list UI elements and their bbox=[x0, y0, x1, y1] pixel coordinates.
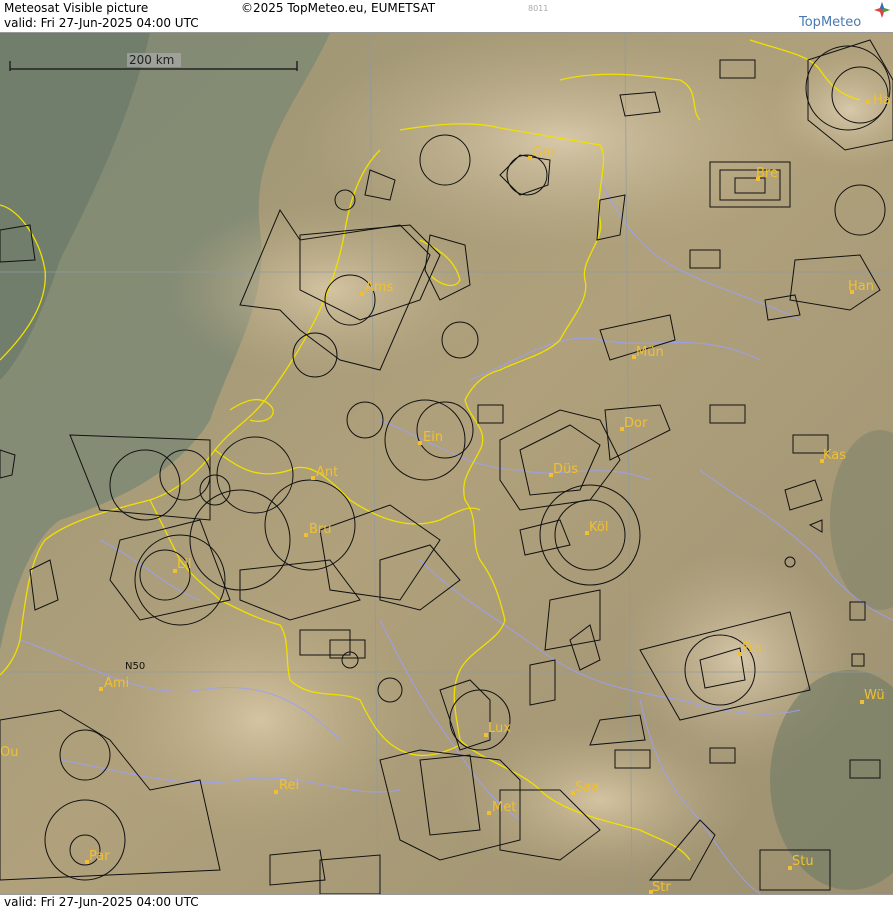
topmeteo-logo-text[interactable]: TopMeteo bbox=[799, 15, 861, 30]
city-label: Gro bbox=[532, 145, 555, 160]
city-label: Ein bbox=[423, 430, 443, 445]
city-label: Düs bbox=[553, 462, 578, 477]
city-label: Par bbox=[89, 849, 110, 864]
city-label: Ha bbox=[873, 93, 891, 108]
city-label: Ant bbox=[316, 465, 338, 480]
city-label: Rei bbox=[279, 778, 299, 793]
city-label: Bru bbox=[309, 522, 332, 537]
footer-bar: valid: Fri 27-Jun-2025 04:00 UTC bbox=[0, 894, 893, 910]
city-label: Str bbox=[652, 880, 671, 894]
scale-label: 200 km bbox=[129, 53, 174, 67]
city-label: Ams bbox=[365, 280, 394, 295]
product-title: Meteosat Visible picture bbox=[4, 1, 149, 15]
city-label: Saa bbox=[575, 780, 599, 795]
city-label: Stu bbox=[792, 854, 814, 869]
city-label: Köl bbox=[589, 520, 608, 535]
city-label: Kas bbox=[823, 448, 846, 463]
valid-time-bottom: valid: Fri 27-Jun-2025 04:00 UTC bbox=[4, 895, 199, 909]
map-canvas: 200 km N50 Ha Gro Bre Han Ams Mün Dor Ei… bbox=[0, 33, 893, 894]
city-label: Mün bbox=[636, 345, 664, 360]
city-label: Wü bbox=[864, 688, 885, 703]
city-label: Bre bbox=[756, 166, 778, 181]
image-code: 8011 bbox=[528, 4, 549, 13]
city-label: Ami bbox=[104, 676, 129, 691]
copyright-text: ©2025 TopMeteo.eu, EUMETSAT bbox=[241, 1, 436, 15]
city-label: Dor bbox=[624, 416, 648, 431]
header-bar: Meteosat Visible picture valid: Fri 27-J… bbox=[0, 0, 893, 33]
city-label: Han bbox=[848, 279, 874, 294]
cloud-mass bbox=[100, 600, 420, 840]
latitude-label: N50 bbox=[125, 661, 145, 672]
satellite-map[interactable]: 200 km N50 Ha Gro Bre Han Ams Mün Dor Ei… bbox=[0, 33, 893, 894]
city-label: Lil bbox=[177, 557, 191, 572]
valid-time-top: valid: Fri 27-Jun-2025 04:00 UTC bbox=[4, 16, 199, 30]
city-label: Met bbox=[492, 800, 516, 815]
city-label: Ou bbox=[0, 745, 18, 760]
city-label: Fra bbox=[742, 641, 762, 656]
compass-star-icon bbox=[874, 2, 890, 18]
city-label: Lux bbox=[488, 721, 511, 736]
